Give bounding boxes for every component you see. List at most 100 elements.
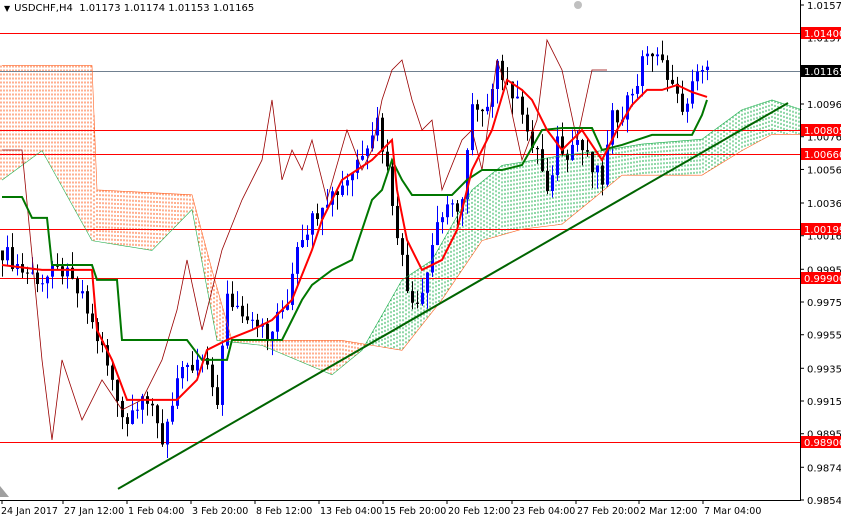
time-tick-label: 23 Feb 04:00 bbox=[513, 506, 575, 517]
candle-up bbox=[41, 283, 44, 285]
time-tick-label: 27 Jan 12:00 bbox=[64, 506, 124, 517]
candle-up bbox=[221, 345, 224, 405]
time-tick-label: 3 Feb 20:00 bbox=[192, 506, 248, 517]
candle-down bbox=[91, 313, 94, 323]
candle-down bbox=[266, 323, 269, 340]
candle-down bbox=[216, 387, 219, 405]
candle-up bbox=[251, 319, 254, 321]
candle-up bbox=[696, 71, 699, 82]
price-tick-label: 1.01570 bbox=[807, 1, 841, 12]
trendline bbox=[117, 102, 789, 490]
time-tick-label: 27 Feb 20:00 bbox=[577, 506, 639, 517]
price-tick-label: 1.00360 bbox=[807, 199, 841, 210]
candle-up bbox=[486, 106, 489, 112]
candle-up bbox=[646, 53, 649, 57]
candle-down bbox=[61, 266, 64, 277]
candle-up bbox=[471, 104, 474, 151]
candle-up bbox=[81, 291, 84, 294]
price-tick-label: 0.99350 bbox=[807, 364, 841, 375]
candle-up bbox=[271, 331, 274, 340]
candle-up bbox=[346, 180, 349, 186]
candle-down bbox=[521, 96, 524, 115]
candle-down bbox=[161, 423, 164, 445]
chart-shift-icon[interactable] bbox=[574, 1, 582, 9]
candle-down bbox=[211, 364, 214, 388]
candle-down bbox=[591, 151, 594, 173]
candle-up bbox=[636, 85, 639, 94]
candle-down bbox=[661, 54, 664, 61]
candle-up bbox=[311, 213, 314, 235]
price-tick-label: 0.98545 bbox=[807, 496, 841, 507]
candle-up bbox=[196, 359, 199, 371]
open-value: 1.01173 bbox=[79, 3, 121, 14]
time-tick-label: 24 Jan 2017 bbox=[1, 506, 58, 517]
candle-up bbox=[451, 203, 454, 205]
candle-up bbox=[631, 93, 634, 96]
candle-down bbox=[151, 403, 154, 406]
candle-up bbox=[436, 222, 439, 246]
candle-up bbox=[6, 247, 9, 261]
candle-up bbox=[426, 272, 429, 293]
candle-down bbox=[241, 305, 244, 317]
price-tick-label: 0.99555 bbox=[807, 331, 841, 342]
candle-down bbox=[671, 79, 674, 84]
time-tick-label: 15 Feb 20:00 bbox=[384, 506, 446, 517]
symbol-label: USDCHF,H4 bbox=[14, 3, 73, 14]
candle-down bbox=[616, 110, 619, 123]
time-tick-label: 20 Feb 12:00 bbox=[448, 506, 510, 517]
candle-up bbox=[236, 305, 239, 308]
candle-up bbox=[596, 165, 599, 173]
high-value: 1.01174 bbox=[123, 3, 166, 14]
price-tick-label: 1.00565 bbox=[807, 165, 841, 176]
candle-down bbox=[316, 213, 319, 220]
candle-up bbox=[641, 56, 644, 86]
time-tick-label: 8 Feb 12:00 bbox=[256, 506, 312, 517]
axes bbox=[0, 0, 801, 501]
candle-up bbox=[446, 204, 449, 218]
candle-up bbox=[701, 69, 704, 72]
candle-down bbox=[126, 417, 129, 424]
chikou-span-line bbox=[2, 38, 607, 440]
candle-up bbox=[301, 240, 304, 248]
price-tick-label: 1.00965 bbox=[807, 100, 841, 111]
candle-down bbox=[476, 104, 479, 110]
candle-up bbox=[441, 217, 444, 223]
triangle-down-icon[interactable]: ▼ bbox=[4, 4, 10, 13]
chart-scroll-icon[interactable] bbox=[0, 486, 9, 497]
candle-up bbox=[656, 54, 659, 57]
low-value: 1.01153 bbox=[168, 3, 210, 14]
axis-labels: 1.015701.013701.009651.007651.005651.003… bbox=[1, 1, 841, 517]
candle-down bbox=[381, 117, 384, 152]
candle-up bbox=[171, 405, 174, 422]
candle-up bbox=[181, 366, 184, 379]
candle-up bbox=[131, 410, 134, 424]
candle-down bbox=[26, 272, 29, 274]
candle-down bbox=[191, 364, 194, 371]
candle-down bbox=[36, 272, 39, 285]
candle-up bbox=[421, 292, 424, 304]
candle-down bbox=[76, 278, 79, 294]
price-tick-label: 0.99150 bbox=[807, 397, 841, 408]
candle-down bbox=[651, 53, 654, 57]
candle-up bbox=[366, 148, 369, 156]
candle-down bbox=[396, 205, 399, 239]
candle-up bbox=[686, 103, 689, 112]
candle-up bbox=[576, 140, 579, 145]
candle-down bbox=[391, 166, 394, 206]
candle-down bbox=[561, 136, 564, 154]
close-value: 1.01165 bbox=[212, 3, 255, 14]
candle-down bbox=[546, 170, 549, 191]
candle-down bbox=[406, 254, 409, 292]
candle-up bbox=[186, 364, 189, 367]
candle-down bbox=[456, 203, 459, 212]
candle-down bbox=[231, 293, 234, 308]
candle-up bbox=[176, 378, 179, 406]
candle-down bbox=[681, 93, 684, 112]
candle-down bbox=[536, 147, 539, 150]
candle-up bbox=[136, 409, 139, 411]
chart-header: ▼ USDCHF,H4 1.01173 1.01174 1.01153 1.011… bbox=[4, 3, 254, 14]
candle-up bbox=[706, 66, 709, 70]
price-chart[interactable]: 1.015701.013701.009651.007651.005651.003… bbox=[0, 0, 841, 520]
candle-down bbox=[541, 149, 544, 171]
candle-down bbox=[246, 316, 249, 321]
